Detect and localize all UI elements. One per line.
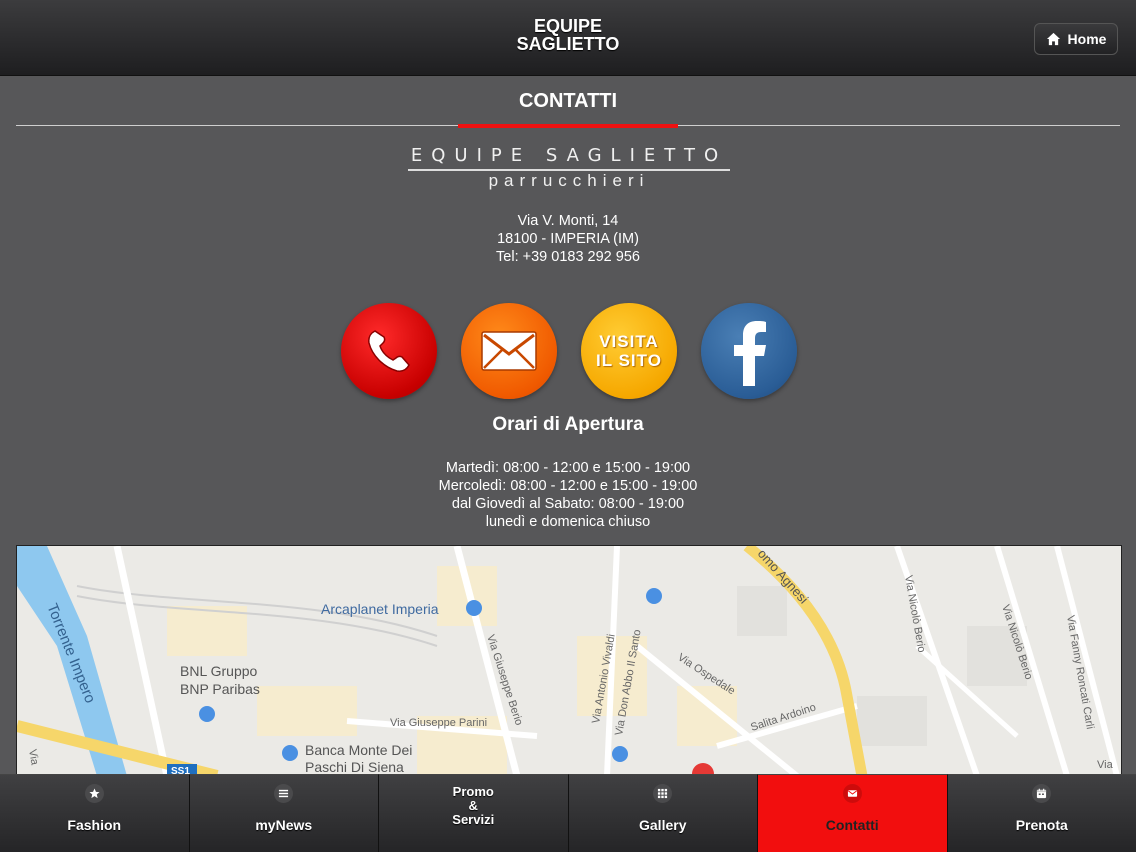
nav-item-prenota[interactable]: Prenota (947, 774, 1136, 852)
hours-line: dal Giovedì al Sabato: 08:00 - 19:00 (451, 496, 685, 512)
cinema-pin-icon (612, 746, 628, 762)
calendar-icon (1032, 784, 1052, 803)
nav-label-line: & (468, 798, 478, 813)
brand-logo-subtitle: parrucchieri (488, 171, 650, 190)
app-title-line1: EQUIPE (533, 16, 603, 36)
title-accent-bar (458, 124, 678, 128)
hours-line: lunedì e domenica chiuso (485, 514, 651, 530)
address-block: Via V. Monti, 14 18100 - IMPERIA (IM) Te… (368, 212, 768, 266)
address-phone: Tel: +39 0183 292 956 (496, 249, 640, 265)
envelope-icon (842, 784, 862, 803)
nav-item-mynews[interactable]: myNews (189, 774, 379, 852)
nav-item-promo[interactable]: Promo & Servizi (379, 774, 569, 852)
list-icon (274, 784, 294, 803)
nav-label-line: Promo (452, 784, 494, 799)
nav-item-gallery[interactable]: Gallery (568, 774, 758, 852)
nav-label: Fashion (67, 817, 122, 833)
email-button[interactable] (461, 303, 557, 399)
opening-hours-list: Martedì: 08:00 - 12:00 e 15:00 - 19:00 M… (368, 459, 768, 531)
nav-item-fashion[interactable]: Fashion (0, 774, 190, 852)
bottom-nav: Fashion myNews Promo & Servizi Gallery C… (0, 774, 1136, 852)
facebook-icon (734, 321, 766, 386)
map-label: Banca Monte Dei (305, 742, 412, 758)
map-label: BNL Gruppo (180, 663, 258, 679)
nav-label: Contatti (825, 817, 879, 833)
shop-pin-icon (466, 600, 482, 616)
nav-label: Prenota (1015, 817, 1068, 833)
call-button[interactable] (341, 303, 437, 399)
visit-site-button[interactable]: VISITA IL SITO (581, 303, 677, 399)
nav-label: myNews (255, 817, 313, 833)
map-canvas[interactable]: Torrente Impero Arcaplanet Imperia BNL G… (17, 546, 1122, 775)
mail-icon (481, 331, 537, 371)
home-button-label: Home (1067, 31, 1107, 47)
home-button[interactable]: Home (1034, 23, 1118, 55)
location-map[interactable]: Torrente Impero Arcaplanet Imperia BNL G… (16, 545, 1122, 775)
star-icon (84, 784, 104, 803)
address-street: Via V. Monti, 14 (517, 213, 619, 229)
map-label: Via Giuseppe Parini (390, 717, 487, 729)
shop-pin-icon (646, 588, 662, 604)
app-header: EQUIPE SAGLIETTO Home (0, 0, 1136, 76)
visit-site-line2: IL SITO (596, 351, 662, 370)
hours-line: Mercoledì: 08:00 - 12:00 e 15:00 - 19:00 (438, 478, 698, 494)
bank-pin-icon (282, 745, 298, 761)
app-title: EQUIPE SAGLIETTO (418, 17, 718, 53)
nav-label-line: Servizi (452, 812, 495, 827)
map-label: Paschi Di Siena (305, 759, 404, 775)
visit-site-label: VISITA IL SITO (596, 332, 662, 370)
map-label: Via (1097, 759, 1114, 771)
page-title: CONTATTI (518, 90, 618, 112)
opening-hours-title: Orari di Apertura (492, 414, 644, 435)
app-title-line2: SAGLIETTO (516, 34, 620, 54)
hours-line: Martedì: 08:00 - 12:00 e 15:00 - 19:00 (445, 460, 691, 476)
nav-label: Promo & Servizi (379, 785, 568, 827)
facebook-button[interactable] (701, 303, 797, 399)
bank-pin-icon (199, 706, 215, 722)
home-icon (1046, 32, 1060, 46)
address-city: 18100 - IMPERIA (IM) (497, 231, 639, 247)
nav-item-contatti[interactable]: Contatti (758, 774, 948, 852)
nav-label: Gallery (639, 817, 687, 833)
grid-icon (653, 784, 673, 803)
phone-icon (368, 330, 410, 372)
map-label: BNP Paribas (180, 681, 260, 697)
map-label: Arcaplanet Imperia (321, 601, 439, 617)
brand-logo-name: EQUIPE SAGLIETTO (410, 145, 728, 166)
visit-site-line1: VISITA (599, 332, 659, 351)
